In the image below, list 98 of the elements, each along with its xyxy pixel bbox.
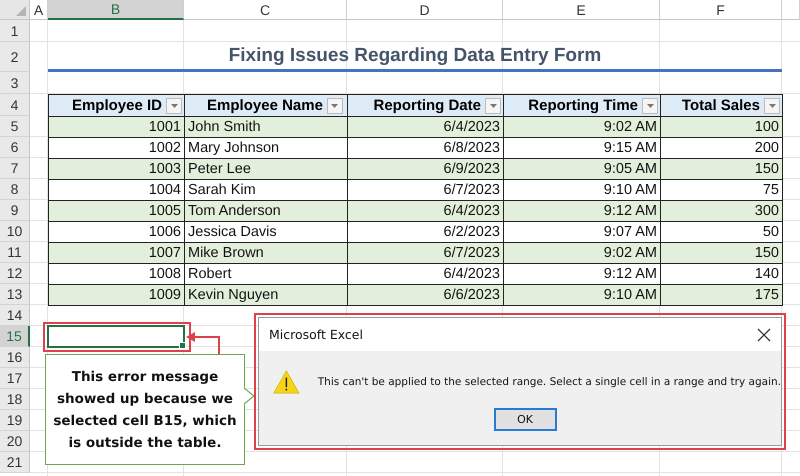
callout-pointer <box>244 388 254 404</box>
row-header[interactable]: 7 <box>0 158 30 179</box>
filter-button[interactable] <box>642 98 658 114</box>
table-cell: 200 <box>660 137 783 159</box>
row-header[interactable]: 3 <box>0 72 30 94</box>
table-cell: 6/4/2023 <box>347 200 504 222</box>
table-cell: Mike Brown <box>184 242 348 264</box>
table-cell: 75 <box>660 179 783 201</box>
column-header-label: Reporting Time <box>528 97 638 114</box>
table-cell: 6/7/2023 <box>347 242 504 264</box>
column-header-label: Reporting Date <box>373 97 481 114</box>
table-cell: 1003 <box>48 158 185 180</box>
table-cell: 300 <box>660 200 783 222</box>
column-header-label: Total Sales <box>682 97 760 114</box>
table-cell: 140 <box>660 263 783 285</box>
row-header[interactable]: 17 <box>0 368 30 389</box>
table-cell: 1007 <box>48 242 185 264</box>
triangle-icon <box>16 6 26 16</box>
column-header[interactable]: D <box>347 0 503 20</box>
table-cell: Mary Johnson <box>184 137 348 159</box>
table-cell: 6/6/2023 <box>347 284 504 306</box>
row-header[interactable]: 11 <box>0 242 30 263</box>
row-header[interactable]: 4 <box>0 94 30 116</box>
table-cell: Kevin Nguyen <box>184 284 348 306</box>
table-cell: 9:15 AM <box>503 137 661 159</box>
close-icon <box>757 328 771 342</box>
table-cell: 9:12 AM <box>503 263 661 285</box>
close-button[interactable] <box>755 326 773 344</box>
table-cell: 1004 <box>48 179 185 201</box>
column-header[interactable]: E <box>503 0 660 20</box>
row-header[interactable]: 10 <box>0 221 30 242</box>
column-header[interactable]: C <box>184 0 347 20</box>
row-header[interactable]: 8 <box>0 179 30 200</box>
callout-box: This error message showed up because we selected cell B15, which is outside the table. <box>45 354 245 465</box>
filter-button[interactable] <box>326 98 343 114</box>
table-cell: 1009 <box>48 284 185 306</box>
row-header[interactable]: 19 <box>0 410 30 431</box>
table-cell: 150 <box>660 158 783 180</box>
table-cell: 1002 <box>48 137 185 159</box>
row-header[interactable]: 18 <box>0 389 30 410</box>
table-cell: 1008 <box>48 263 185 285</box>
dropdown-icon <box>768 104 776 108</box>
active-cell[interactable] <box>47 325 185 348</box>
row-header[interactable]: 6 <box>0 137 30 158</box>
table-cell: 6/4/2023 <box>347 263 504 285</box>
row-header[interactable]: 12 <box>0 263 30 284</box>
table-cell: Sarah Kim <box>184 179 348 201</box>
table-cell: 6/9/2023 <box>347 158 504 180</box>
row-header[interactable]: 2 <box>0 42 30 72</box>
table-cell: 100 <box>660 116 783 138</box>
table-cell: 9:02 AM <box>503 116 661 138</box>
column-header[interactable]: A <box>30 0 48 20</box>
column-header-label: Employee ID <box>72 97 162 114</box>
column-header-label: Employee Name <box>207 97 323 114</box>
table-cell: Peter Lee <box>184 158 348 180</box>
row-header[interactable]: 21 <box>0 452 30 473</box>
table-cell: 9:07 AM <box>503 221 661 243</box>
table-cell: 6/4/2023 <box>347 116 504 138</box>
dropdown-icon <box>646 104 654 108</box>
table-cell: Tom Anderson <box>184 200 348 222</box>
row-header[interactable]: 1 <box>0 20 30 42</box>
column-header[interactable]: F <box>660 0 782 20</box>
sheet-title: Fixing Issues Regarding Data Entry Form <box>48 42 782 72</box>
row-header[interactable]: 13 <box>0 284 30 305</box>
column-header[interactable]: B <box>48 0 184 20</box>
dropdown-icon <box>331 104 338 108</box>
arrow <box>186 331 220 355</box>
dropdown-icon <box>490 104 496 108</box>
table-cell: 9:12 AM <box>503 200 661 222</box>
table-cell: 1006 <box>48 221 185 243</box>
table-cell: 1005 <box>48 200 185 222</box>
filter-button[interactable] <box>764 98 780 114</box>
filter-button[interactable] <box>485 98 501 114</box>
dropdown-icon <box>170 104 178 108</box>
table-cell: 1001 <box>48 116 185 138</box>
table-cell: Jessica Davis <box>184 221 348 243</box>
table-cell: 6/8/2023 <box>347 137 504 159</box>
table-cell: 175 <box>660 284 783 306</box>
table-cell: 6/7/2023 <box>347 179 504 201</box>
table-cell: John Smith <box>184 116 348 138</box>
table-cell: 6/2/2023 <box>347 221 504 243</box>
row-header[interactable]: 5 <box>0 116 30 137</box>
row-header[interactable]: 14 <box>0 305 30 326</box>
table-cell: 50 <box>660 221 783 243</box>
table-cell: 9:02 AM <box>503 242 661 264</box>
table-cell: 9:10 AM <box>503 179 661 201</box>
table-cell: Robert <box>184 263 348 285</box>
row-header[interactable]: 16 <box>0 347 30 368</box>
row-header[interactable]: 9 <box>0 200 30 221</box>
table-cell: 9:05 AM <box>503 158 661 180</box>
filter-button[interactable] <box>166 98 182 114</box>
row-header[interactable]: 20 <box>0 431 30 452</box>
table-cell: 150 <box>660 242 783 264</box>
table-cell: 9:10 AM <box>503 284 661 306</box>
ok-button[interactable]: OK <box>494 408 556 431</box>
dialog-message: This can't be applied to the selected range. Select a single cell in a range and try again. <box>318 376 781 388</box>
dialog-title: Microsoft Excel <box>269 327 363 342</box>
row-header[interactable]: 15 <box>0 326 30 347</box>
